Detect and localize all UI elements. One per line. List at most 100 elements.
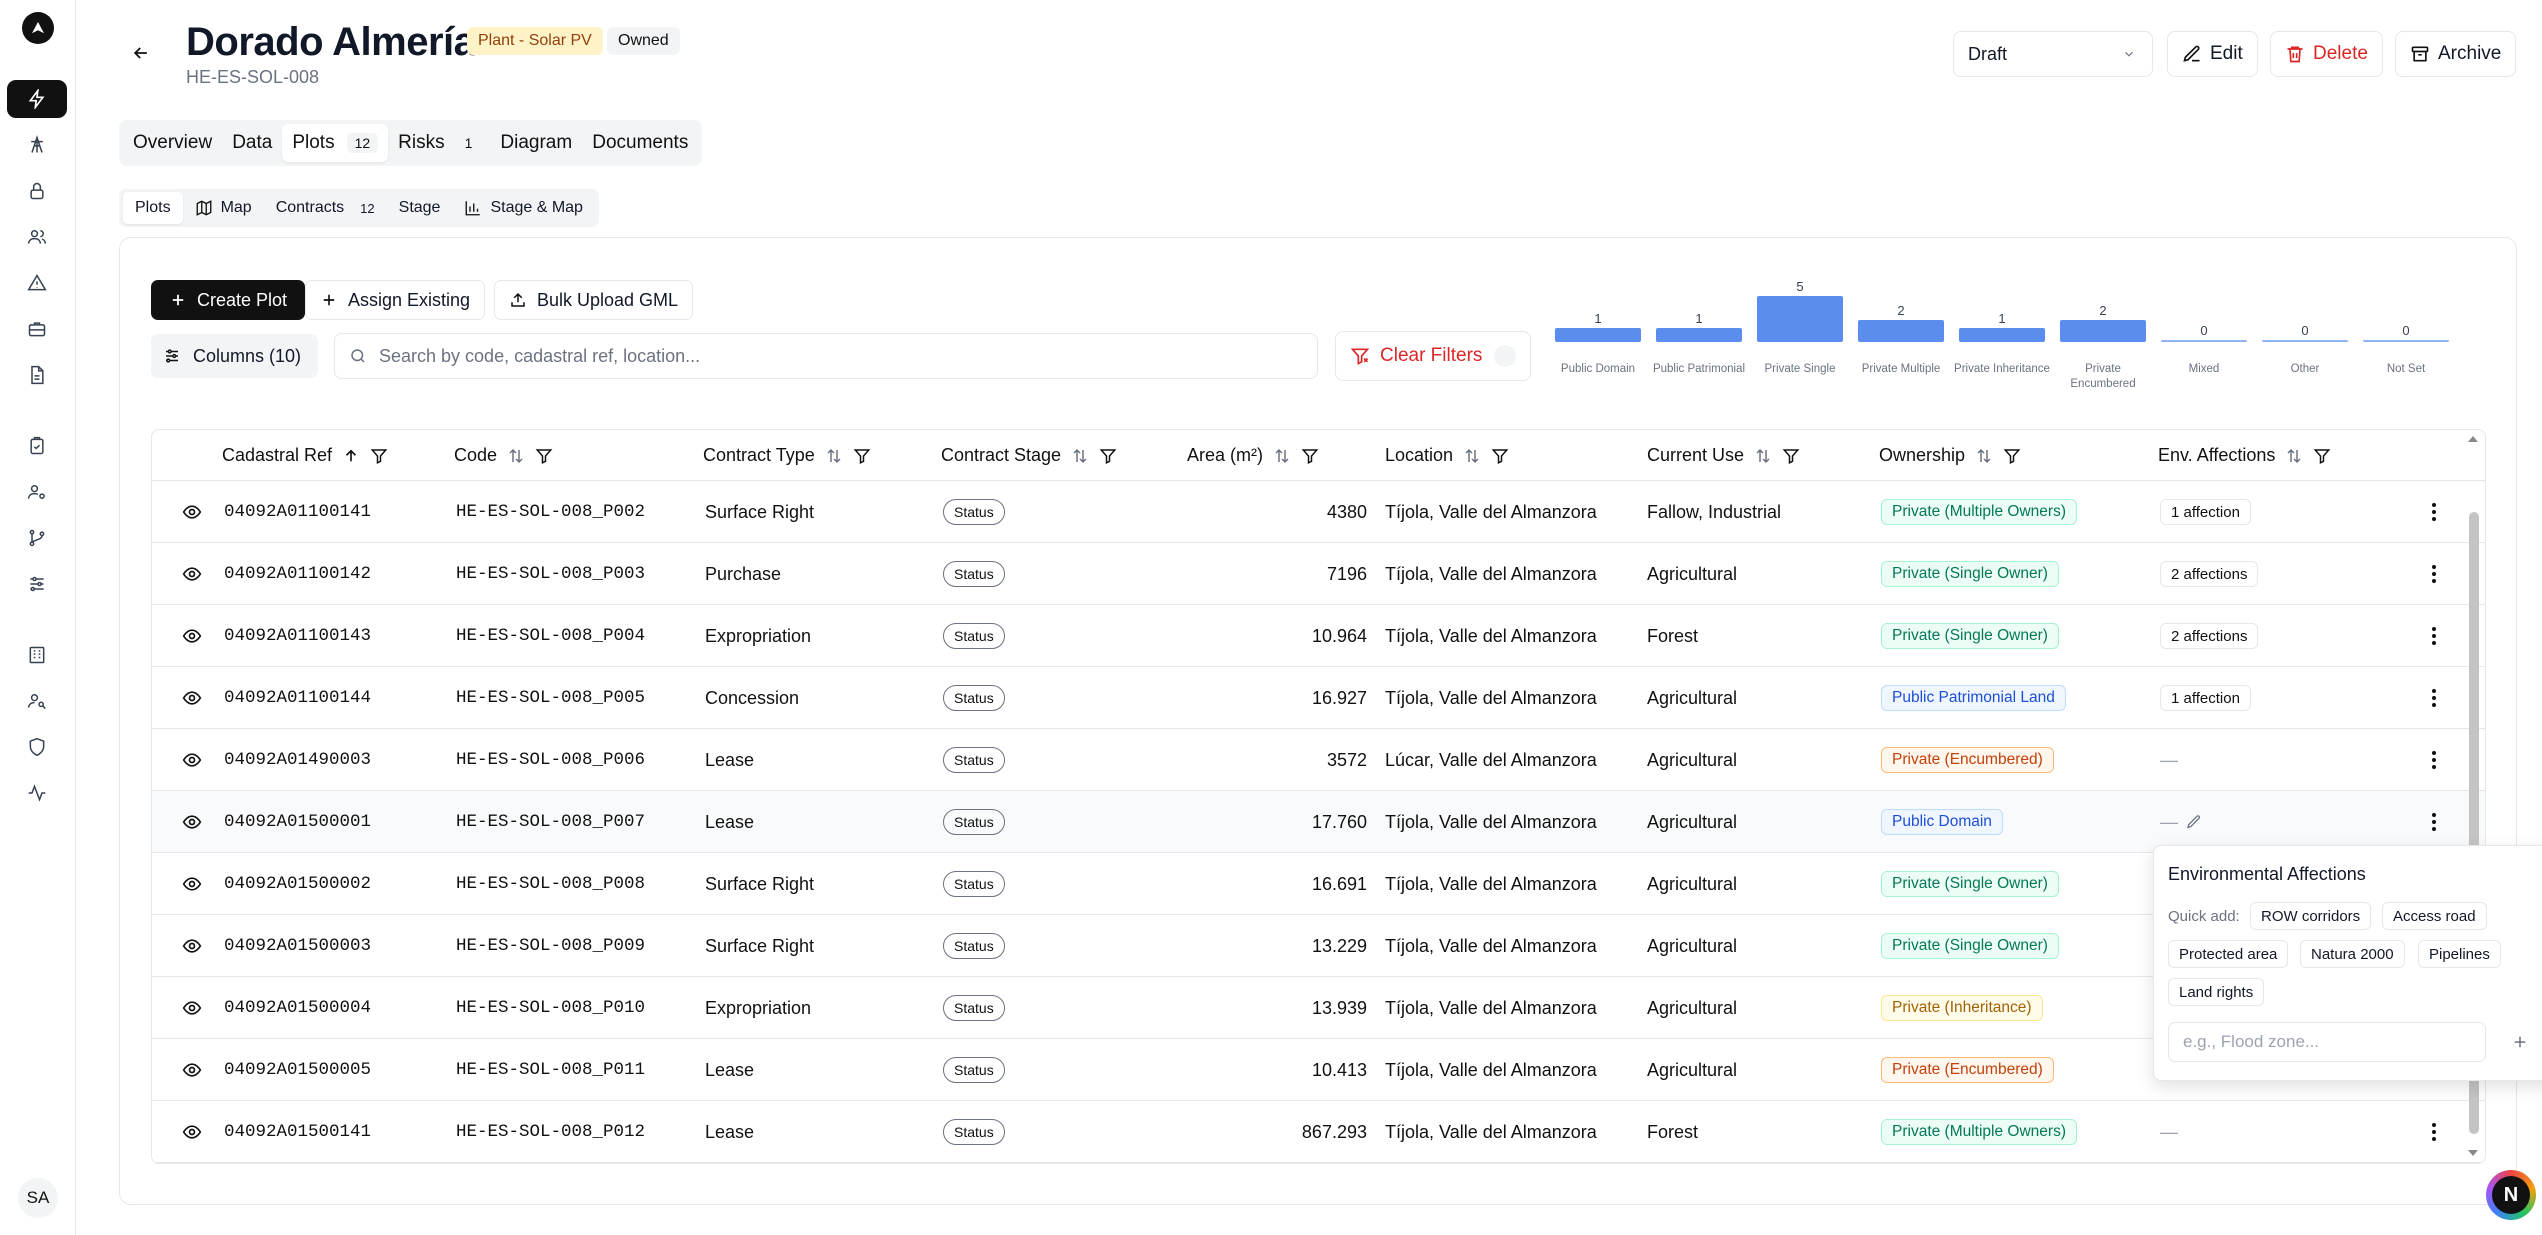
ownership-bar-group[interactable]: 0 Not Set (2363, 290, 2449, 400)
column-header[interactable]: Contract Type (703, 430, 871, 481)
assign-existing-button[interactable]: Assign Existing (305, 280, 486, 320)
ownership-bar[interactable] (1959, 328, 2045, 342)
view-plot-button[interactable] (172, 791, 212, 853)
subtab-map[interactable]: Map (183, 192, 264, 224)
filter-icon[interactable] (1099, 447, 1117, 465)
row-actions-button[interactable] (2419, 605, 2449, 667)
contract-stage-badge[interactable]: Status (943, 685, 1005, 711)
subtab-contracts[interactable]: Contracts 12 (264, 192, 387, 224)
ownership-bar-group[interactable]: 2 Private Encumbered (2060, 290, 2146, 400)
column-header[interactable]: Location (1385, 430, 1509, 481)
create-plot-button[interactable]: Create Plot (151, 280, 306, 320)
tab-data[interactable]: Data (222, 124, 282, 162)
clear-filters-button[interactable]: Clear Filters (1335, 331, 1531, 381)
row-actions-button[interactable] (2419, 1101, 2449, 1163)
contract-stage-badge[interactable]: Status (943, 809, 1005, 835)
add-affection-button[interactable] (2504, 1026, 2536, 1058)
contract-stage-badge[interactable]: Status (943, 1119, 1005, 1145)
contract-stage-badge[interactable]: Status (943, 747, 1005, 773)
subtab-stage-map[interactable]: Stage & Map (452, 192, 595, 224)
view-plot-button[interactable] (172, 1039, 212, 1101)
affection-badge[interactable]: 1 affection (2160, 499, 2251, 525)
ownership-bar-group[interactable]: 2 Private Multiple (1858, 290, 1944, 400)
sidebar-item-plants[interactable] (7, 80, 67, 118)
filter-icon[interactable] (370, 447, 388, 465)
table-row[interactable]: 04092A01100141 HE-ES-SOL-008_P002 Surface … (152, 481, 2485, 543)
view-plot-button[interactable] (172, 853, 212, 915)
tab-plots[interactable]: Plots 12 (282, 124, 389, 162)
filter-icon[interactable] (1491, 447, 1509, 465)
sort-icon[interactable] (507, 447, 525, 465)
sort-icon[interactable] (1273, 447, 1291, 465)
columns-button[interactable]: Columns (10) (151, 334, 318, 378)
chip-land-rights[interactable]: Land rights (2168, 978, 2265, 1006)
contract-stage-badge[interactable]: Status (943, 561, 1005, 587)
view-plot-button[interactable] (172, 543, 212, 605)
sidebar-item-users[interactable] (7, 218, 67, 256)
column-header[interactable]: Code (454, 430, 553, 481)
sidebar-item-workflows[interactable] (7, 519, 67, 557)
ownership-bar[interactable] (1555, 328, 1641, 342)
affection-badge[interactable]: 2 affections (2160, 561, 2259, 587)
sidebar-item-user-settings[interactable] (7, 473, 67, 511)
row-actions-button[interactable] (2419, 729, 2449, 791)
filter-icon[interactable] (853, 447, 871, 465)
tab-overview[interactable]: Overview (123, 124, 222, 162)
ownership-bar-group[interactable]: 1 Public Patrimonial (1653, 290, 1745, 400)
app-logo-icon[interactable] (22, 12, 54, 44)
view-plot-button[interactable] (172, 605, 212, 667)
sidebar-item-documents[interactable] (7, 356, 67, 394)
archive-button[interactable]: Archive (2395, 31, 2517, 77)
filter-icon[interactable] (1301, 447, 1319, 465)
sort-icon[interactable] (1975, 447, 1993, 465)
chip-row-corridors[interactable]: ROW corridors (2250, 902, 2372, 930)
sort-icon[interactable] (2285, 447, 2303, 465)
chip-natura-2000[interactable]: Natura 2000 (2300, 940, 2405, 968)
sidebar-item-activity[interactable] (7, 774, 67, 812)
ownership-bar[interactable] (2161, 340, 2247, 342)
contract-stage-badge[interactable]: Status (943, 1057, 1005, 1083)
filter-icon[interactable] (1782, 447, 1800, 465)
column-header[interactable]: Ownership (1879, 430, 2021, 481)
assistant-button[interactable]: N (2486, 1170, 2536, 1220)
delete-button[interactable]: Delete (2270, 31, 2383, 77)
view-plot-button[interactable] (172, 1101, 212, 1163)
sort-asc-icon[interactable] (342, 447, 360, 465)
ownership-bar[interactable] (2363, 340, 2449, 342)
clear-filters-toggle[interactable] (1494, 345, 1516, 367)
tab-documents[interactable]: Documents (582, 124, 698, 162)
table-row[interactable]: 04092A01490003 HE-ES-SOL-008_P006 Lease Sta… (152, 729, 2485, 791)
filter-icon[interactable] (535, 447, 553, 465)
contract-stage-badge[interactable]: Status (943, 499, 1005, 525)
table-row[interactable]: 04092A01100142 HE-ES-SOL-008_P003 Purchase… (152, 543, 2485, 605)
back-button[interactable] (126, 38, 156, 68)
ownership-bar[interactable] (1656, 328, 1742, 342)
table-row[interactable]: 04092A01500005 HE-ES-SOL-008_P011 Lease Sta… (152, 1039, 2485, 1101)
sidebar-item-organizations[interactable] (7, 636, 67, 674)
ownership-bar-group[interactable]: 5 Private Single (1757, 279, 1843, 400)
ownership-bar[interactable] (1858, 320, 1944, 342)
table-row[interactable]: 04092A01500004 HE-ES-SOL-008_P010 Expropri… (152, 977, 2485, 1039)
table-row[interactable]: 04092A01100144 HE-ES-SOL-008_P005 Concessi… (152, 667, 2485, 729)
table-row[interactable]: 04092A01500002 HE-ES-SOL-008_P008 Surface … (152, 853, 2485, 915)
column-header[interactable]: Current Use (1647, 430, 1800, 481)
sidebar-item-filters[interactable] (7, 565, 67, 603)
pencil-icon[interactable] (2186, 814, 2202, 830)
subtab-stage[interactable]: Stage (387, 192, 453, 224)
view-plot-button[interactable] (172, 915, 212, 977)
row-actions-button[interactable] (2419, 481, 2449, 543)
sidebar-item-assets[interactable] (7, 126, 67, 164)
sidebar-item-security[interactable] (7, 172, 67, 210)
table-row[interactable]: 04092A01500141 HE-ES-SOL-008_P012 Lease Sta… (152, 1101, 2485, 1163)
ownership-bar-group[interactable]: 1 Private Inheritance (1954, 290, 2050, 400)
table-row[interactable]: 04092A01500001 HE-ES-SOL-008_P007 Lease Sta… (152, 791, 2485, 853)
contract-stage-badge[interactable]: Status (943, 995, 1005, 1021)
contract-stage-badge[interactable]: Status (943, 871, 1005, 897)
column-header[interactable]: Cadastral Ref (222, 430, 388, 481)
user-avatar[interactable]: SA (18, 1178, 58, 1218)
row-actions-button[interactable] (2419, 667, 2449, 729)
table-row[interactable]: 04092A01500003 HE-ES-SOL-008_P009 Surface … (152, 915, 2485, 977)
ownership-bar[interactable] (2060, 320, 2146, 342)
ownership-bar-group[interactable]: 0 Other (2262, 290, 2348, 400)
ownership-bar[interactable] (2262, 340, 2348, 342)
